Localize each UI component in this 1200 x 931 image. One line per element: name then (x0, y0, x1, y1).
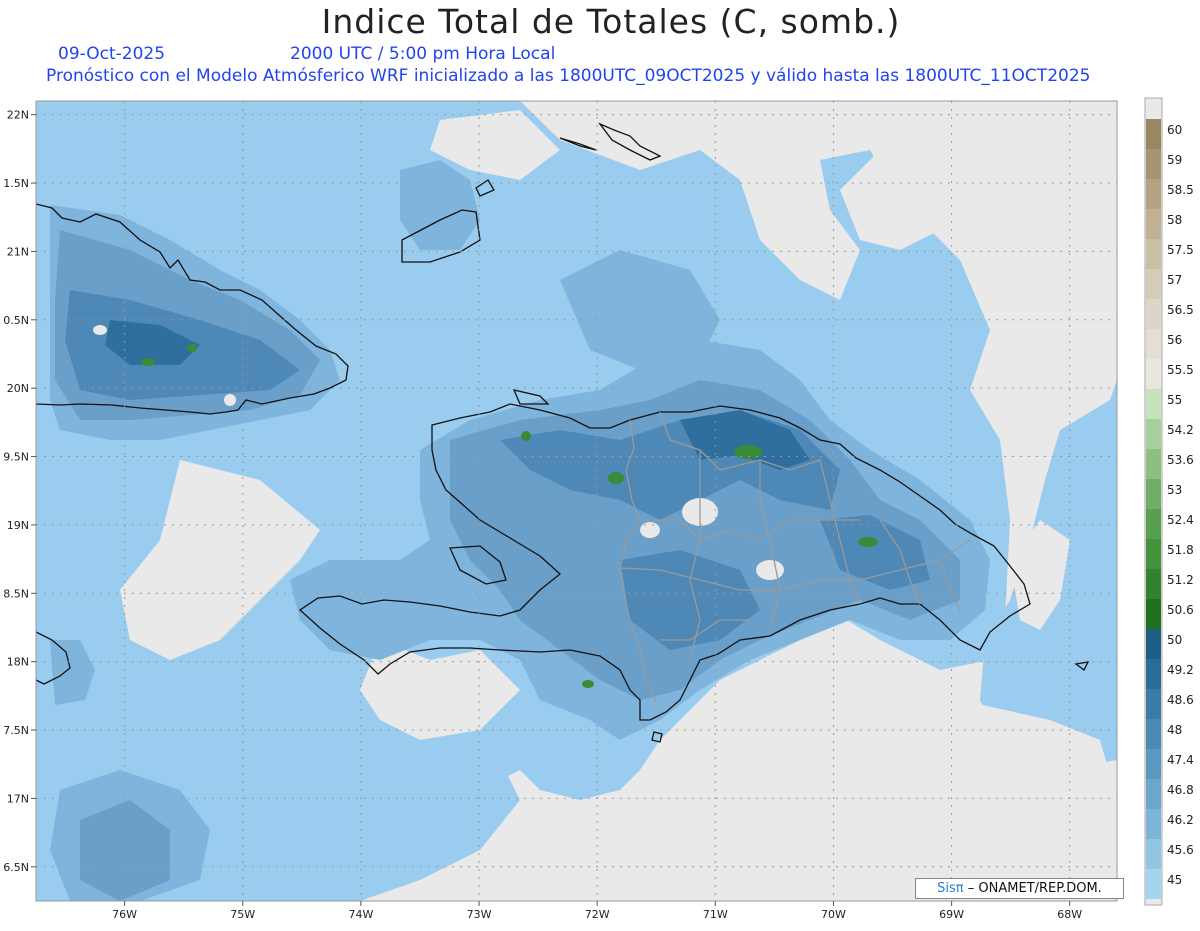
lon-tick-label: 74W (348, 908, 373, 921)
lat-tick-label: 21N (7, 245, 29, 258)
lat-tick-label: 6.5N (3, 861, 29, 874)
shade-50-spot-2 (608, 472, 624, 484)
lat-tick-label: 19N (7, 519, 29, 532)
colorbar-swatch (1146, 689, 1161, 719)
colorbar-label: 53 (1167, 483, 1182, 497)
colorbar-swatch (1146, 389, 1161, 419)
colorbar-swatch (1146, 329, 1161, 359)
lat-tick-label: 7.5N (3, 724, 29, 737)
colorbar-label: 47.4 (1167, 753, 1194, 767)
colorbar-swatch (1146, 779, 1161, 809)
lon-tick-label: 72W (585, 908, 610, 921)
colorbar-label: 58 (1167, 213, 1182, 227)
colorbar-label: 56 (1167, 333, 1182, 347)
light-speck-3 (640, 522, 660, 538)
map: 76W 75W 74W 73W 72W 71W 70W 69W 68W 22N 1.5N 21N 0.5… (3, 97, 1194, 921)
sispi-logo: Sisπ (937, 881, 964, 896)
shade-50-spot-5 (141, 358, 155, 366)
colorbar-label: 45 (1167, 873, 1182, 887)
lon-tick-label: 76W (112, 908, 137, 921)
lat-tick-label: 18N (7, 656, 29, 669)
lon-tick-label: 71W (703, 908, 728, 921)
colorbar-swatch (1146, 809, 1161, 839)
colorbar-swatch (1146, 659, 1161, 689)
colorbar-label: 56.5 (1167, 303, 1194, 317)
lon-tick-label: 73W (467, 908, 492, 921)
colorbar-swatch (1146, 629, 1161, 659)
colorbar-swatch (1146, 569, 1161, 599)
colorbar-swatch (1146, 869, 1161, 899)
shade-50-spot-3 (858, 537, 878, 547)
colorbar-label: 48 (1167, 723, 1182, 737)
colorbar-swatch (1146, 209, 1161, 239)
colorbar-label: 55.5 (1167, 363, 1194, 377)
colorbar-label: 57 (1167, 273, 1182, 287)
shade-50-spot-4 (521, 431, 531, 441)
colorbar-label: 45.6 (1167, 843, 1194, 857)
colorbar-swatch (1146, 539, 1161, 569)
colorbar-swatch (1146, 479, 1161, 509)
colorbar-swatch (1146, 359, 1161, 389)
colorbar-swatch (1146, 239, 1161, 269)
colorbar-label: 46.2 (1167, 813, 1194, 827)
credit-text: – ONAMET/REP.DOM. (967, 881, 1102, 896)
credit-box: Sisπ – ONAMET/REP.DOM. (915, 878, 1124, 899)
colorbar-label: 53.6 (1167, 453, 1194, 467)
colorbar-label: 49.2 (1167, 663, 1194, 677)
lat-tick-label: 8.5N (3, 587, 29, 600)
shade-50-spot-7 (582, 680, 594, 688)
colorbar-swatch (1146, 509, 1161, 539)
lat-tick-label: 0.5N (3, 314, 29, 327)
colorbar-swatch (1146, 719, 1161, 749)
colorbar-label: 51.8 (1167, 543, 1194, 557)
colorbar-label: 52.4 (1167, 513, 1194, 527)
light-speck-4 (93, 325, 107, 335)
colorbar-swatch (1146, 179, 1161, 209)
lon-tick-label: 75W (230, 908, 255, 921)
lon-tick-label: 68W (1057, 908, 1082, 921)
light-speck-5 (224, 394, 236, 406)
colorbar-swatch (1146, 299, 1161, 329)
colorbar-label: 50 (1167, 633, 1182, 647)
colorbar-swatch (1146, 149, 1161, 179)
lat-tick-label: 22N (7, 109, 29, 122)
lat-tick-label: 20N (7, 382, 29, 395)
colorbar-swatch (1146, 419, 1161, 449)
colorbar-swatch (1146, 119, 1161, 149)
colorbar-label: 50.6 (1167, 603, 1194, 617)
colorbar-swatch (1146, 749, 1161, 779)
colorbar-label: 60 (1167, 123, 1182, 137)
colorbar-label: 51.2 (1167, 573, 1194, 587)
colorbar-swatch (1146, 599, 1161, 629)
map-container: 76W 75W 74W 73W 72W 71W 70W 69W 68W 22N 1.5N 21N 0.5… (0, 0, 1200, 927)
colorbar-label: 55 (1167, 393, 1182, 407)
lat-tick-label: 17N (7, 792, 29, 805)
colorbar-label: 48.6 (1167, 693, 1194, 707)
colorbar-label: 58.5 (1167, 183, 1194, 197)
colorbar-label: 54.2 (1167, 423, 1194, 437)
lat-tick-label: 1.5N (3, 177, 29, 190)
colorbar-label: 57.5 (1167, 243, 1194, 257)
colorbar-swatch (1146, 839, 1161, 869)
colorbar-label: 46.8 (1167, 783, 1194, 797)
light-speck-2 (756, 560, 784, 580)
lon-tick-label: 69W (939, 908, 964, 921)
shade-50-spot-6 (187, 344, 197, 352)
colorbar-label: 59 (1167, 153, 1182, 167)
colorbar-swatch (1146, 269, 1161, 299)
lon-tick-label: 70W (821, 908, 846, 921)
lat-tick-label: 9.5N (3, 451, 29, 464)
colorbar-swatch (1146, 449, 1161, 479)
colorbar: 60 59 58.5 58 57.5 57 56.5 56 55.5 55 54.2 53.6 53 52… (1144, 97, 1194, 906)
